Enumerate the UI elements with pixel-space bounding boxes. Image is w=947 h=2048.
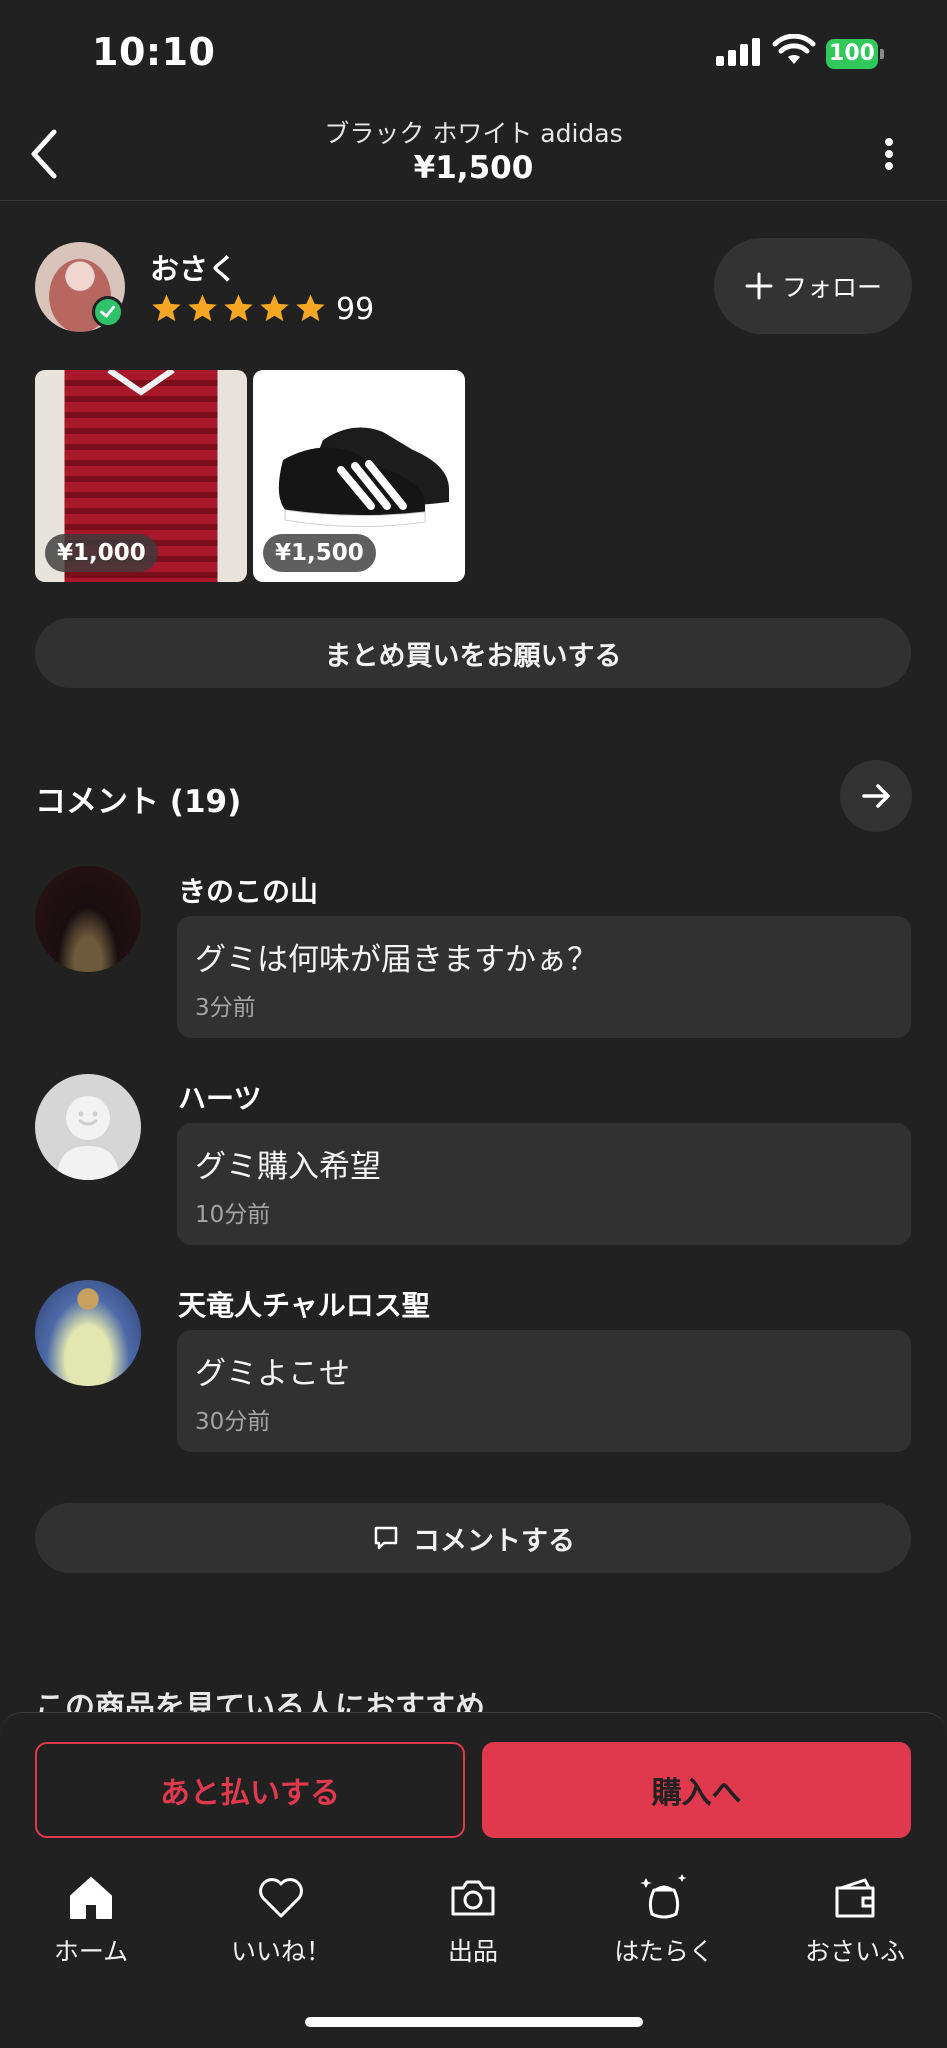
- commenter-avatar[interactable]: [35, 1280, 141, 1386]
- commenter-avatar[interactable]: [35, 866, 141, 972]
- home-icon: [70, 1877, 112, 1919]
- arrow-right-icon[interactable]: [840, 760, 912, 832]
- commenter-avatar[interactable]: [35, 1074, 141, 1180]
- camera-icon: [451, 1880, 495, 1916]
- comment-text: グミよこせ: [195, 1356, 350, 1392]
- other-item-thumbnail[interactable]: ¥1,500: [253, 370, 465, 582]
- pay-later-button[interactable]: あと払いする: [35, 1742, 465, 1838]
- write-comment-label: コメントする: [413, 1525, 575, 1557]
- comment-time: 3分前: [195, 995, 256, 1021]
- follow-label: フォロー: [781, 273, 882, 302]
- work-bag-icon: [640, 1874, 687, 1919]
- header-divider: [0, 200, 947, 201]
- default-avatar-icon: [57, 1096, 119, 1180]
- tab-label: 出品: [447, 1937, 498, 1966]
- polo-collar-icon: [107, 370, 175, 396]
- star-icon: [260, 294, 289, 322]
- comment-bubble-icon: [374, 1526, 398, 1550]
- star-icon: [188, 294, 217, 322]
- item-price-badge: ¥1,500: [263, 534, 376, 572]
- wallet-icon: [835, 1878, 875, 1918]
- commenter-name[interactable]: きのこの山: [178, 870, 318, 910]
- commenter-name[interactable]: 天竜人チャルロス聖: [178, 1284, 430, 1324]
- cellular-signal-icon: [716, 38, 762, 66]
- commenter-name[interactable]: ハーツ: [178, 1077, 261, 1117]
- star-icon: [296, 294, 325, 322]
- item-price-badge: ¥1,000: [45, 534, 158, 572]
- comment-bubble: グミ購入希望 10分前: [177, 1123, 911, 1245]
- sneaker-icon: [278, 427, 449, 528]
- wifi-icon: [772, 34, 816, 64]
- tab-home[interactable]: ホーム: [1, 1872, 181, 1972]
- star-icon: [152, 294, 181, 322]
- tab-sell[interactable]: 出品: [383, 1872, 563, 1972]
- follow-button[interactable]: フォロー: [714, 238, 912, 334]
- other-item-thumbnail[interactable]: ¥1,000: [35, 370, 247, 582]
- comment-time: 30分前: [195, 1409, 271, 1435]
- tab-label: おさいふ: [804, 1937, 905, 1966]
- tab-wallet[interactable]: おさいふ: [765, 1872, 945, 1972]
- rating-count: 99: [336, 292, 375, 327]
- battery-icon: 100: [826, 39, 884, 69]
- verified-badge-icon: [92, 296, 124, 328]
- tab-label: ホーム: [53, 1937, 129, 1966]
- tab-label: いいね！: [230, 1937, 331, 1966]
- comment-bubble: グミよこせ 30分前: [177, 1330, 911, 1452]
- bundle-purchase-button[interactable]: まとめ買いをお願いする: [35, 618, 911, 688]
- purchase-button[interactable]: 購入へ: [482, 1742, 911, 1838]
- tab-label: はたらく: [614, 1937, 714, 1966]
- item-price: ¥1,500: [413, 150, 534, 186]
- item-title: ブラック ホワイト adidas: [324, 119, 623, 148]
- write-comment-button[interactable]: コメントする: [35, 1503, 911, 1573]
- plus-icon: [745, 272, 773, 300]
- tab-work[interactable]: はたらく: [574, 1872, 754, 1972]
- star-icon: [224, 294, 253, 322]
- comment-bubble: グミは何味が届きますかぁ？ 3分前: [177, 916, 911, 1038]
- home-indicator: [305, 2017, 643, 2027]
- comment-text: グミ購入希望: [195, 1149, 381, 1185]
- more-options-button[interactable]: [874, 134, 904, 174]
- tab-likes[interactable]: いいね！: [191, 1872, 371, 1972]
- heart-icon: [259, 1878, 303, 1918]
- battery-level: 100: [826, 39, 878, 69]
- seller-name[interactable]: おさく: [150, 246, 237, 288]
- comment-text: グミは何味が届きますかぁ？: [195, 942, 598, 978]
- comments-heading: コメント (19): [35, 784, 242, 820]
- comment-time: 10分前: [195, 1202, 271, 1228]
- status-time: 10:10: [92, 30, 216, 74]
- rating-stars: [150, 292, 327, 328]
